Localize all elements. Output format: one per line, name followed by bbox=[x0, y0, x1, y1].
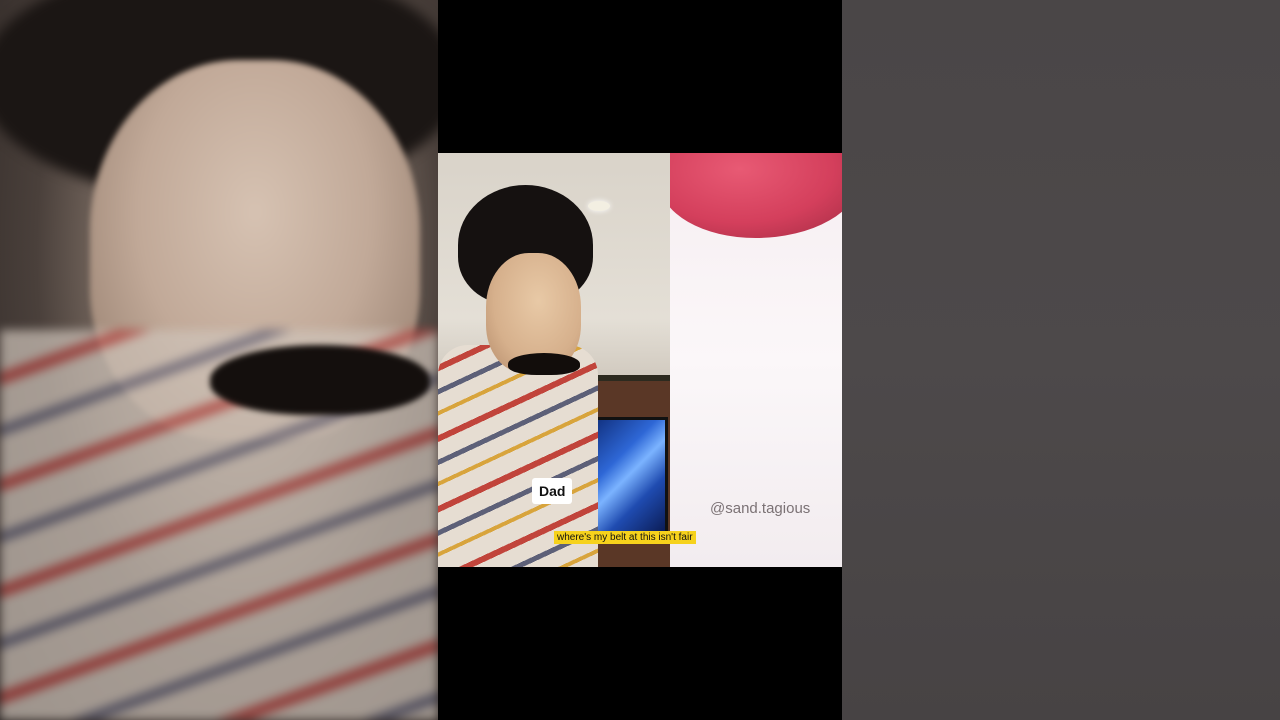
mustache bbox=[508, 353, 580, 375]
speaker-label: Dad bbox=[532, 478, 573, 504]
ceiling-light bbox=[588, 201, 610, 211]
kinetic-sand-blob bbox=[670, 153, 842, 238]
video-player-frame[interactable]: Dad where's my belt at this isn't fair @… bbox=[0, 0, 1280, 720]
creator-watermark: @sand.tagious bbox=[710, 500, 811, 517]
blurred-background-right bbox=[842, 0, 1280, 720]
subtitle-caption: where's my belt at this isn't fair bbox=[554, 531, 696, 544]
tv-screen bbox=[588, 417, 668, 535]
blurred-background-left bbox=[0, 0, 438, 720]
blurred-mustache bbox=[210, 345, 430, 415]
split-screen-left-person bbox=[438, 153, 670, 567]
